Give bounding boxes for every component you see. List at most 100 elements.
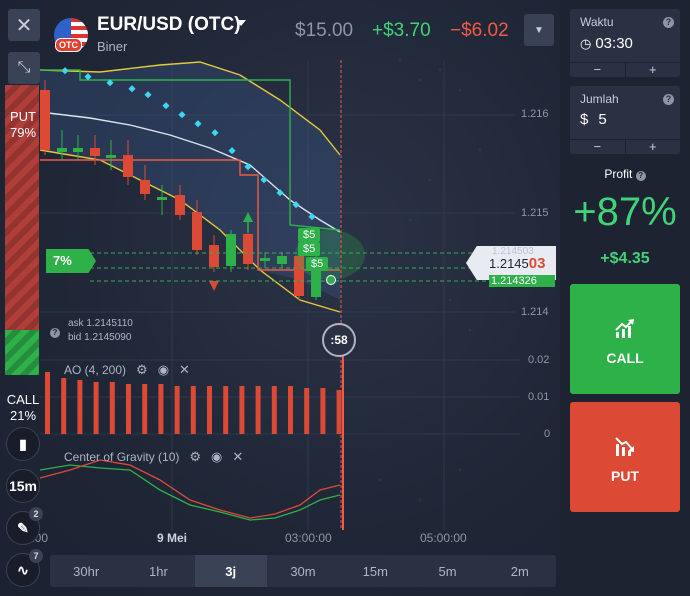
asset-dropdown-icon <box>236 20 246 26</box>
timeframe-5m[interactable]: 5m <box>411 555 483 587</box>
ao-bar <box>320 388 326 434</box>
time-stepper: − + <box>570 62 680 77</box>
amount-label: Jumlah <box>580 92 619 106</box>
chevron-down-icon: ▼ <box>534 24 544 36</box>
ao-bar <box>207 386 212 434</box>
close-icon[interactable]: ✕ <box>232 449 243 465</box>
y-tick-label: 1.215 <box>521 207 549 219</box>
y-tick-label: 1.214 <box>521 306 549 318</box>
drawing-count-badge: 2 <box>29 507 43 521</box>
bet-label[interactable]: $5 <box>298 242 321 256</box>
pencil-icon: ✎ <box>17 519 29 536</box>
timeframe-1hr[interactable]: 1hr <box>122 555 194 587</box>
timeframe-30m[interactable]: 30m <box>267 555 339 587</box>
bet-label[interactable]: $5 <box>306 257 329 271</box>
ao-indicator-label: AO (4, 200) ⚙ ◉ ✕ <box>64 362 190 378</box>
timeframe-15m[interactable]: 15m <box>339 555 411 587</box>
ao-bar <box>93 382 99 434</box>
ao-bar <box>61 378 67 434</box>
timeframe-3j[interactable]: 3j <box>194 555 267 587</box>
time-label: Waktu <box>580 15 614 29</box>
ao-tick-label: 0.01 <box>528 391 550 403</box>
gain-amount: +$3.70 <box>372 20 431 41</box>
collapse-arrows-icon: ⤡ <box>17 59 31 76</box>
help-icon[interactable]: ? <box>663 17 674 28</box>
bet-label[interactable]: $5 <box>298 228 321 242</box>
info-icon[interactable]: ? <box>50 328 60 338</box>
put-button[interactable]: PUT <box>570 402 680 512</box>
help-icon[interactable]: ? <box>635 171 646 181</box>
candlestick-icon: ▮ <box>19 435 27 452</box>
gear-icon[interactable]: ⚙ <box>189 449 201 465</box>
price-chart[interactable] <box>0 0 560 596</box>
amount-increase-button[interactable]: + <box>626 140 681 154</box>
clock-icon: ◷ <box>580 35 592 51</box>
ao-bar <box>304 388 310 434</box>
current-price: 1.214503 <box>489 255 546 272</box>
chart-up-icon <box>615 319 634 338</box>
eye-icon[interactable]: ◉ <box>158 362 169 378</box>
ao-tick-label: 0 <box>544 428 551 440</box>
close-button[interactable]: ✕ <box>8 9 40 41</box>
timeframe-button[interactable]: 15m <box>6 469 40 503</box>
x-tick-label: 03:00:00 <box>285 531 332 545</box>
ao-bar <box>190 386 196 434</box>
otc-badge: OTC <box>55 38 82 52</box>
asset-type: Biner <box>97 39 128 54</box>
indicator-count-badge: 7 <box>29 549 43 563</box>
ao-bar <box>336 390 342 434</box>
indicators-button[interactable]: ∿ 7 <box>6 549 43 587</box>
amount-field[interactable]: $ 5 <box>580 111 607 128</box>
asset-name: EUR/USD (OTC) <box>97 14 241 35</box>
timeframe-30hr[interactable]: 30hr <box>50 555 122 587</box>
time-value[interactable]: ◷ 03:30 <box>580 35 633 52</box>
ao-bar <box>255 386 261 434</box>
timeframe-2m[interactable]: 2m <box>484 555 556 587</box>
collapse-button[interactable]: ⤡ <box>8 52 40 84</box>
ao-tick-label: 0.02 <box>528 354 550 366</box>
amount-decrease-button[interactable]: − <box>570 140 626 154</box>
call-button[interactable]: CALL <box>570 284 680 394</box>
cog-indicator-label: Center of Gravity (10) ⚙ ◉ ✕ <box>64 449 244 465</box>
amount-stepper: − + <box>570 139 680 154</box>
call-button-label: CALL <box>606 350 644 366</box>
drawing-tools-button[interactable]: ✎ 2 <box>6 507 43 545</box>
ao-bar <box>271 386 277 434</box>
ao-bar <box>174 386 180 434</box>
sentiment-bar-call <box>5 330 39 375</box>
chart-area[interactable]: 1.216 1.215 1.214 0.02 0.01 0 00:00 9 Me… <box>0 0 560 596</box>
bid-price: bid 1.2145090 <box>68 332 132 343</box>
x-tick-label: 9 Mei <box>157 531 188 545</box>
close-icon[interactable]: ✕ <box>179 362 190 378</box>
asset-selector[interactable]: EUR/USD (OTC) Biner <box>95 12 255 56</box>
call-sentiment-pct: 21% <box>9 408 37 423</box>
time-decrease-button[interactable]: − <box>570 63 626 77</box>
expiry-time-control[interactable]: Waktu ? ◷ 03:30 − + <box>570 9 680 77</box>
eye-icon[interactable]: ◉ <box>211 449 222 465</box>
payout-marker[interactable]: 7% <box>46 249 96 273</box>
time-increase-button[interactable]: + <box>626 63 681 77</box>
help-icon[interactable]: ? <box>663 94 674 105</box>
chart-down-icon <box>615 437 634 456</box>
profit-label: Profit ? <box>560 167 690 181</box>
trade-target-icon <box>326 275 336 285</box>
call-sentiment-label: CALL <box>6 392 40 407</box>
payout-marker-label: 7% <box>53 253 72 268</box>
ao-bar <box>239 386 245 434</box>
timeframe-bar: 30hr 1hr 3j 30m 15m 5m 2m <box>50 555 556 587</box>
ao-bar <box>223 386 229 434</box>
amount-control[interactable]: Jumlah ? $ 5 − + <box>570 86 680 154</box>
ao-bar <box>109 382 115 434</box>
x-tick-label: 05:00:00 <box>420 531 467 545</box>
trades-dropdown-button[interactable]: ▼ <box>524 14 554 46</box>
expiry-countdown: :58 <box>322 323 356 357</box>
put-sentiment-label: PUT <box>10 109 36 124</box>
profit-percent: +87% <box>573 190 677 234</box>
price-line-label: 1.214326 <box>489 275 555 287</box>
chart-type-button[interactable]: ▮ <box>6 427 40 461</box>
y-tick-label: 1.216 <box>521 108 549 120</box>
ao-bar <box>158 384 164 434</box>
ao-bar <box>288 386 293 434</box>
wave-icon: ∿ <box>17 561 29 578</box>
gear-icon[interactable]: ⚙ <box>136 362 148 378</box>
